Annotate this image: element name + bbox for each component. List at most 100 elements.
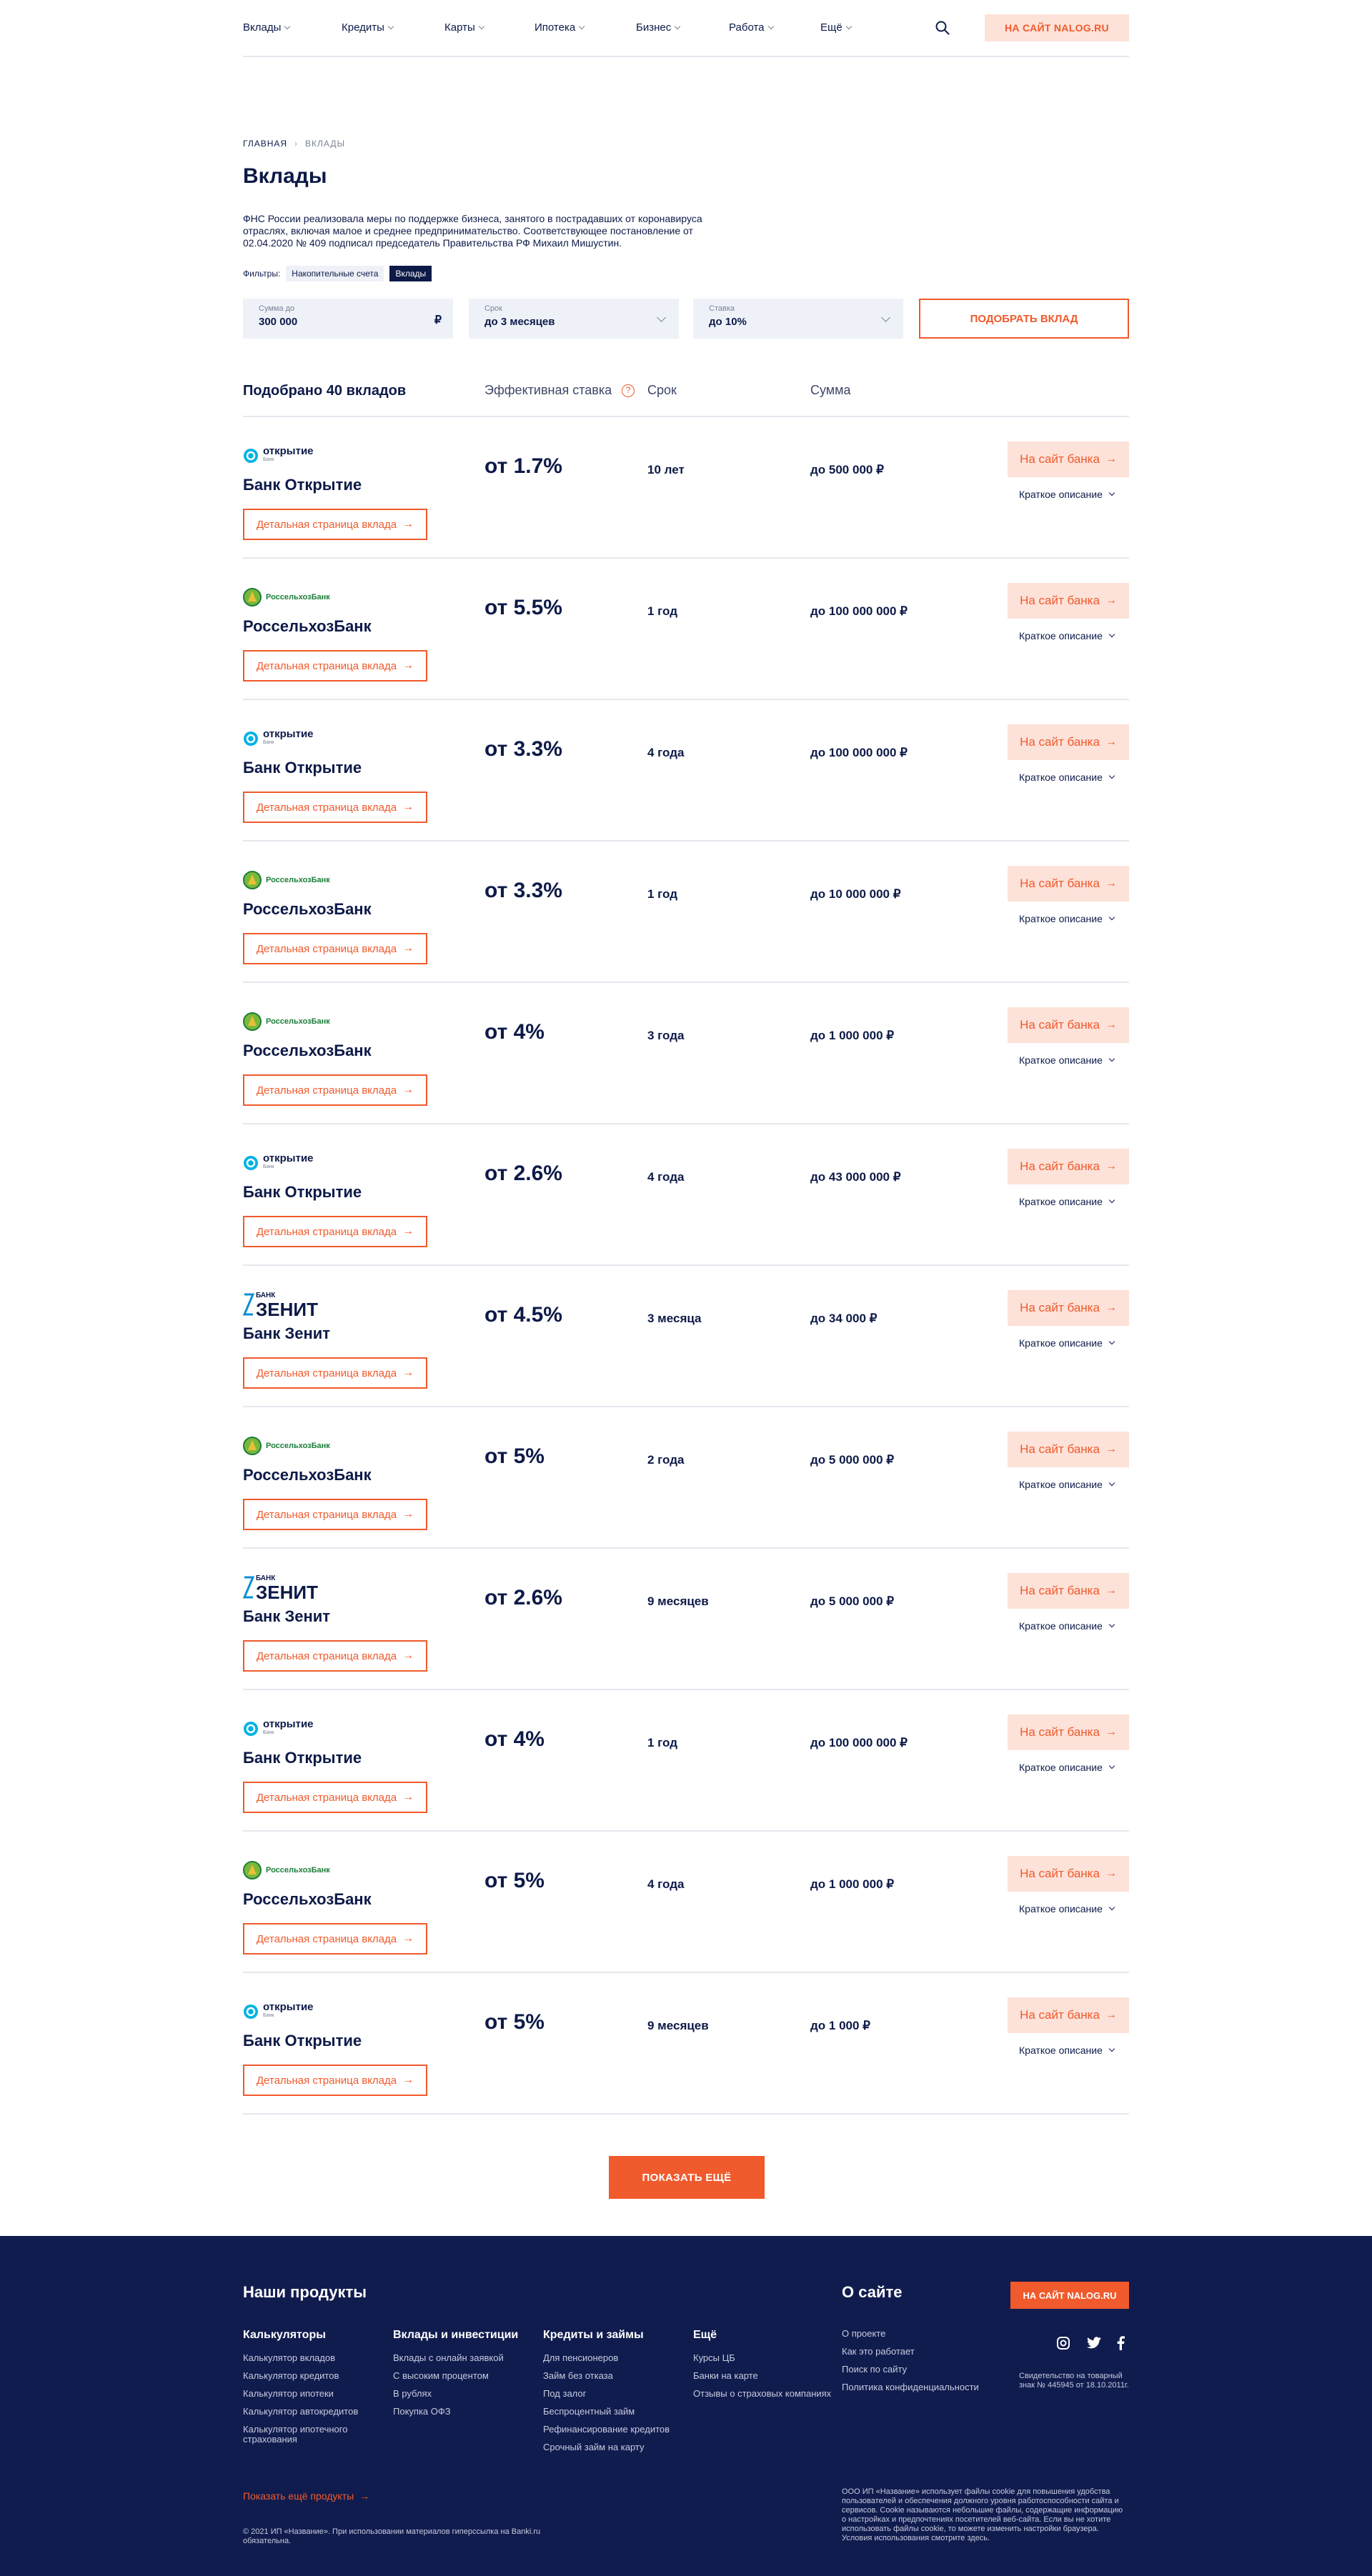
footer-link[interactable]: Калькулятор автокредитов	[243, 2407, 393, 2417]
short-description-toggle[interactable]: Краткое описание	[1019, 1337, 1115, 1349]
amount-field[interactable]: Сумма до 300 000 ₽	[243, 299, 453, 339]
chevron-down-icon	[1108, 2045, 1115, 2052]
facebook-icon[interactable]	[1116, 2336, 1130, 2350]
footer-link[interactable]: Покупка ОФЗ	[393, 2407, 543, 2417]
rate-select[interactable]: Ставка до 10%	[693, 299, 903, 339]
filter-chip-deposits[interactable]: Вклады	[389, 266, 432, 281]
logo-text: ЗЕНИТ	[256, 1582, 318, 1603]
short-description-toggle[interactable]: Краткое описание	[1019, 1620, 1115, 1632]
short-description-toggle[interactable]: Краткое описание	[1019, 772, 1115, 783]
to-bank-button[interactable]: На сайт банка →	[1008, 1290, 1129, 1326]
instagram-icon[interactable]	[1056, 2336, 1070, 2350]
to-bank-button[interactable]: На сайт банка →	[1008, 1714, 1129, 1750]
deposit-detail-button[interactable]: Детальная страница вклада →	[243, 1216, 427, 1247]
footer-link[interactable]: Калькулятор ипотеки	[243, 2389, 393, 2399]
footer-link[interactable]: Калькулятор кредитов	[243, 2371, 393, 2381]
nav-item[interactable]: Карты	[444, 21, 484, 34]
to-bank-button[interactable]: На сайт банка →	[1008, 866, 1129, 902]
nav-item[interactable]: Бизнес	[636, 21, 681, 34]
footer-about-link[interactable]: Поиск по сайту	[842, 2365, 992, 2375]
footer-link[interactable]: Курсы ЦБ	[693, 2353, 843, 2363]
short-description-toggle[interactable]: Краткое описание	[1019, 1903, 1115, 1914]
deposit-detail-label: Детальная страница вклада	[256, 801, 397, 814]
logo-subtext: Банк	[263, 1730, 274, 1735]
nav-item[interactable]: Работа	[729, 21, 774, 34]
footer-link[interactable]: Для пенсионеров	[543, 2353, 693, 2363]
short-description-toggle[interactable]: Краткое описание	[1019, 913, 1115, 924]
twitter-icon[interactable]	[1086, 2336, 1101, 2350]
to-bank-button[interactable]: На сайт банка →	[1008, 1432, 1129, 1467]
deposit-detail-button[interactable]: Детальная страница вклада →	[243, 933, 427, 964]
deposit-detail-label: Детальная страница вклада	[256, 659, 397, 672]
bank-logo: РоссельхозБанк	[243, 1434, 330, 1457]
rshb-logo-icon	[243, 1012, 262, 1031]
deposit-detail-button[interactable]: Детальная страница вклада →	[243, 509, 427, 540]
footer-link[interactable]: Калькулятор ипотечного страхования	[243, 2425, 393, 2445]
deposit-sum: до 500 000 ₽	[810, 463, 884, 476]
bank-name: РоссельхозБанк	[243, 1042, 372, 1059]
footer-link[interactable]: Под залог	[543, 2389, 693, 2399]
to-bank-button[interactable]: На сайт банка →	[1008, 1856, 1129, 1892]
to-bank-label: На сайт банка	[1020, 877, 1100, 890]
to-bank-button[interactable]: На сайт банка →	[1008, 441, 1129, 477]
deposit-detail-button[interactable]: Детальная страница вклада →	[243, 792, 427, 823]
short-description-toggle[interactable]: Краткое описание	[1019, 630, 1115, 641]
nav-item[interactable]: Ипотека	[535, 21, 585, 34]
deposit-detail-button[interactable]: Детальная страница вклада →	[243, 1357, 427, 1389]
footer-link[interactable]: Беспроцентный займ	[543, 2407, 693, 2417]
deposit-detail-button[interactable]: Детальная страница вклада →	[243, 2065, 427, 2096]
short-description-toggle[interactable]: Краткое описание	[1019, 2045, 1115, 2056]
search-icon[interactable]	[935, 20, 950, 36]
short-description-toggle[interactable]: Краткое описание	[1019, 1762, 1115, 1773]
nav-item[interactable]: Ещё	[820, 21, 852, 34]
footer-link[interactable]: Отзывы о страховых компаниях	[693, 2389, 843, 2399]
short-description-toggle[interactable]: Краткое описание	[1019, 1054, 1115, 1066]
deposit-detail-button[interactable]: Детальная страница вклада →	[243, 1782, 427, 1813]
pick-deposit-button[interactable]: ПОДОБРАТЬ ВКЛАД	[919, 299, 1129, 339]
term-select[interactable]: Срок до 3 месяцев	[469, 299, 679, 339]
deposit-detail-button[interactable]: Детальная страница вклада →	[243, 1499, 427, 1530]
nav-item-label: Бизнес	[636, 21, 672, 34]
footer-link[interactable]: Рефинансирование кредитов	[543, 2425, 693, 2435]
show-more-products-link[interactable]: Показать ещё продукты →	[243, 2490, 369, 2502]
deposit-detail-label: Детальная страница вклада	[256, 518, 397, 531]
short-description-toggle[interactable]: Краткое описание	[1019, 1196, 1115, 1207]
deposit-row: РоссельхозБанк РоссельхозБанк Детальная ст…	[243, 842, 1129, 983]
footer-about-link[interactable]: О проекте	[842, 2329, 992, 2339]
footer-about-link[interactable]: Политика конфиденциальности	[842, 2382, 992, 2392]
breadcrumb-home[interactable]: ГЛАВНАЯ	[243, 139, 287, 149]
filter-chip-savings[interactable]: Накопительные счета	[286, 266, 384, 281]
footer-about-link[interactable]: Как это работает	[842, 2347, 992, 2357]
footer-link[interactable]: С высоким процентом	[393, 2371, 543, 2381]
deposit-detail-button[interactable]: Детальная страница вклада →	[243, 1640, 427, 1672]
deposit-detail-button[interactable]: Детальная страница вклада →	[243, 650, 427, 682]
footer-nalog-button[interactable]: НА САЙТ NALOG.RU	[1010, 2282, 1129, 2309]
to-bank-button[interactable]: На сайт банка →	[1008, 1149, 1129, 1184]
arrow-right-icon: →	[402, 1791, 414, 1803]
to-bank-button[interactable]: На сайт банка →	[1008, 1573, 1129, 1609]
help-icon[interactable]: ?	[622, 384, 635, 398]
nav-item[interactable]: Кредиты	[342, 21, 394, 34]
show-more-button[interactable]: ПОКАЗАТЬ ЕЩЁ	[609, 2156, 765, 2199]
footer-link[interactable]: Банки на карте	[693, 2371, 843, 2381]
to-bank-button[interactable]: На сайт банка →	[1008, 583, 1129, 619]
to-bank-button[interactable]: На сайт банка →	[1008, 1007, 1129, 1043]
footer-link[interactable]: Займ без отказа	[543, 2371, 693, 2381]
nalog-header-button[interactable]: НА САЙТ NALOG.RU	[985, 14, 1129, 41]
short-description-label: Краткое описание	[1019, 913, 1103, 924]
nav-item[interactable]: Вклады	[243, 21, 291, 34]
footer-link[interactable]: Срочный займ на карту	[543, 2442, 693, 2452]
footer-link[interactable]: Калькулятор вкладов	[243, 2353, 393, 2363]
deposit-row: открытие Банк Банк Открытие Детальная стран…	[243, 1124, 1129, 1266]
to-bank-button[interactable]: На сайт банка →	[1008, 724, 1129, 760]
arrow-right-icon: →	[402, 1649, 414, 1662]
deposit-detail-button[interactable]: Детальная страница вклада →	[243, 1923, 427, 1955]
short-description-toggle[interactable]: Краткое описание	[1019, 1479, 1115, 1490]
nav-item-label: Работа	[729, 21, 765, 34]
deposit-detail-button[interactable]: Детальная страница вклада →	[243, 1074, 427, 1106]
footer-link[interactable]: Вклады с онлайн заявкой	[393, 2353, 543, 2363]
short-description-toggle[interactable]: Краткое описание	[1019, 489, 1115, 500]
footer-link[interactable]: В рублях	[393, 2389, 543, 2399]
rate-label: Ставка	[709, 304, 735, 313]
to-bank-button[interactable]: На сайт банка →	[1008, 1997, 1129, 2033]
